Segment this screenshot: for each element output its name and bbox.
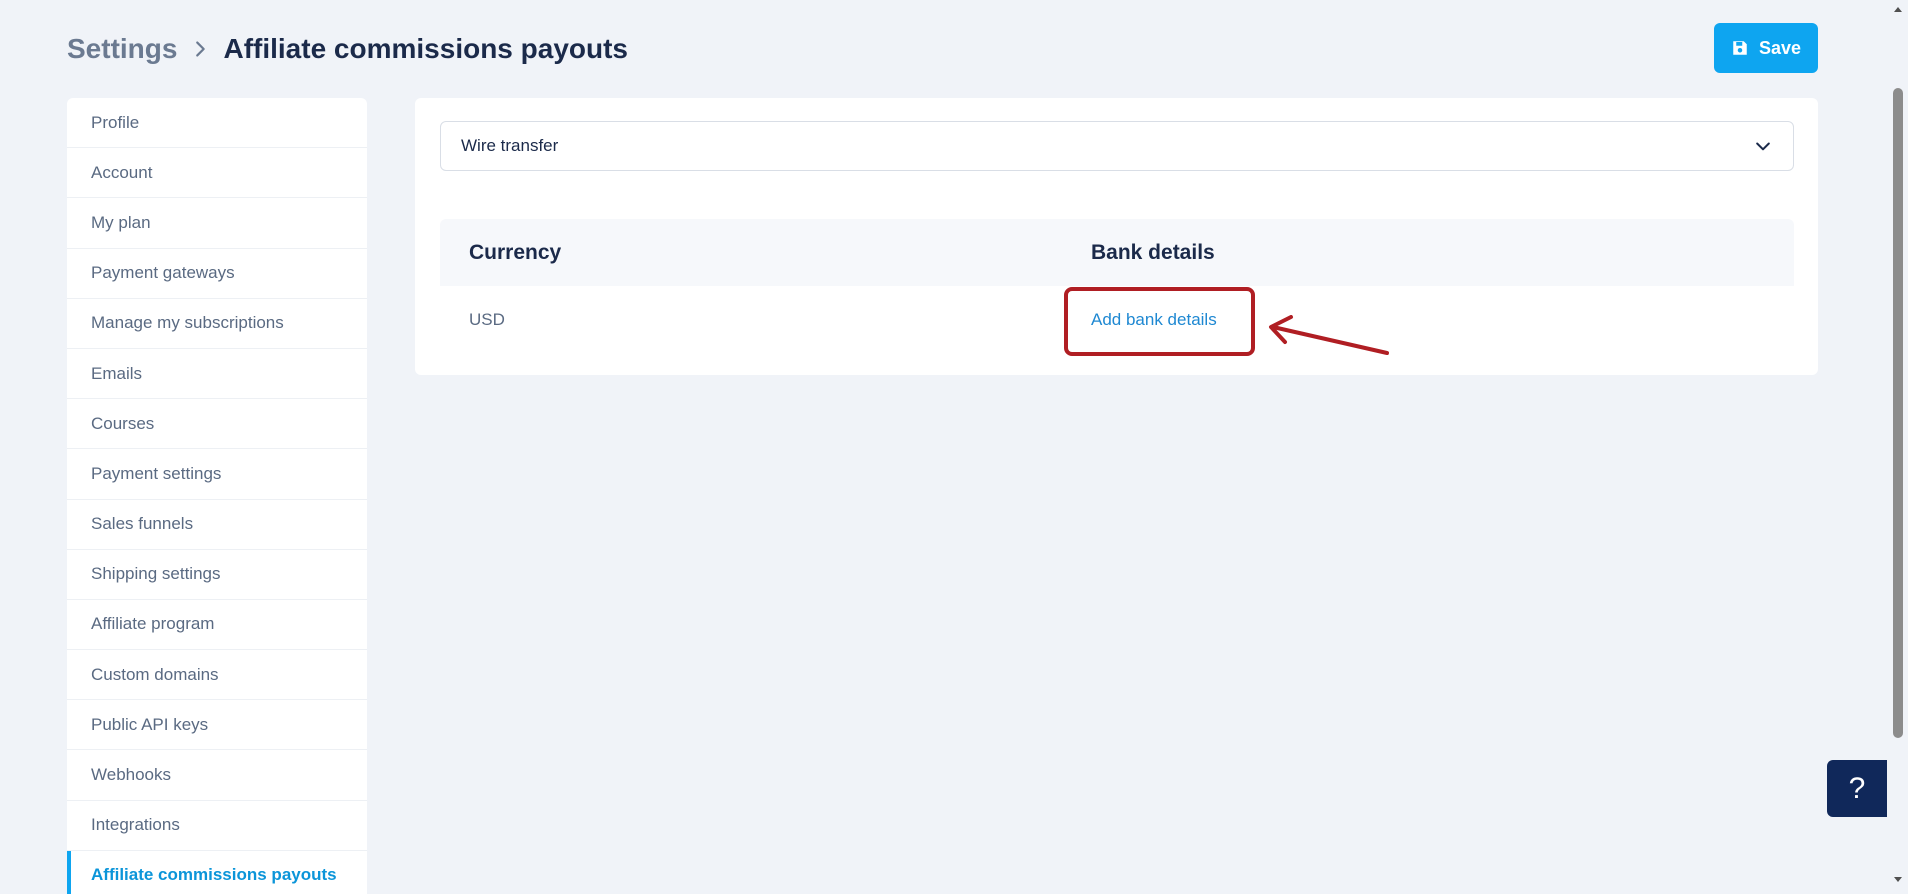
sidebar-item-my-plan[interactable]: My plan xyxy=(67,198,367,249)
table-row: USD Add bank details xyxy=(440,286,1794,353)
sidebar-item-payment-gateways[interactable]: Payment gateways xyxy=(67,249,367,299)
sidebar-item-affiliate-program[interactable]: Affiliate program xyxy=(67,600,367,651)
page-scrollbar[interactable] xyxy=(1888,0,1908,894)
chevron-down-icon xyxy=(1756,142,1770,151)
settings-sidebar: Profile Account My plan Payment gateways… xyxy=(67,98,367,894)
sidebar-item-manage-subscriptions[interactable]: Manage my subscriptions xyxy=(67,299,367,349)
scroll-down-arrow-icon[interactable] xyxy=(1893,874,1903,884)
payouts-panel: Wire transfer Currency Bank details USD … xyxy=(415,98,1818,375)
help-button[interactable]: ? xyxy=(1827,760,1887,817)
sidebar-item-public-api-keys[interactable]: Public API keys xyxy=(67,700,367,751)
column-header-currency: Currency xyxy=(469,240,562,264)
sidebar-item-profile[interactable]: Profile xyxy=(67,98,367,149)
sidebar-item-custom-domains[interactable]: Custom domains xyxy=(67,650,367,701)
sidebar-item-integrations[interactable]: Integrations xyxy=(67,801,367,851)
bank-details-table: Currency Bank details USD Add bank detai… xyxy=(440,219,1794,353)
sidebar-item-account[interactable]: Account xyxy=(67,148,367,199)
chevron-right-icon xyxy=(189,38,211,60)
add-bank-details-link[interactable]: Add bank details xyxy=(1091,310,1217,330)
sidebar-item-shipping-settings[interactable]: Shipping settings xyxy=(67,550,367,600)
breadcrumb: Settings Affiliate commissions payouts xyxy=(67,28,628,70)
sidebar-item-affiliate-commissions-payouts[interactable]: Affiliate commissions payouts xyxy=(67,850,367,894)
sidebar-item-webhooks[interactable]: Webhooks xyxy=(67,750,367,801)
page-title: Affiliate commissions payouts xyxy=(223,33,629,64)
sidebar-item-payment-settings[interactable]: Payment settings xyxy=(67,449,367,500)
column-header-bank-details: Bank details xyxy=(1091,240,1215,264)
floppy-disk-icon xyxy=(1733,41,1747,55)
table-header: Currency Bank details xyxy=(440,219,1794,286)
save-button[interactable]: Save xyxy=(1714,23,1818,73)
payout-method-select[interactable]: Wire transfer xyxy=(440,121,1794,171)
scroll-up-arrow-icon[interactable] xyxy=(1893,5,1903,15)
sidebar-item-sales-funnels[interactable]: Sales funnels xyxy=(67,500,367,550)
payout-method-value: Wire transfer xyxy=(461,136,559,155)
scrollbar-thumb[interactable] xyxy=(1893,88,1903,738)
sidebar-item-emails[interactable]: Emails xyxy=(67,349,367,400)
bank-details-cell: Add bank details xyxy=(1091,286,1217,353)
breadcrumb-settings-link[interactable]: Settings xyxy=(67,33,177,65)
save-button-label: Save xyxy=(1758,37,1802,58)
sidebar-item-courses[interactable]: Courses xyxy=(67,399,367,450)
currency-cell: USD xyxy=(469,309,505,329)
